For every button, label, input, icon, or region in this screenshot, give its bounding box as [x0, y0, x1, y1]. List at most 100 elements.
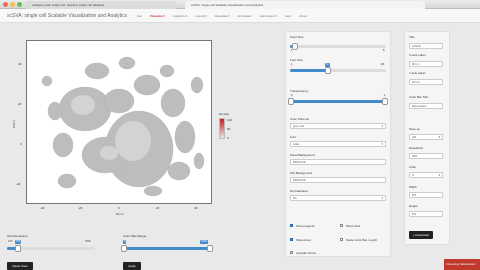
nav-item[interactable]: Help — [281, 9, 295, 23]
x-label-label: X-axis Label — [409, 53, 426, 57]
cell-cluster — [133, 74, 161, 96]
minimize-window-icon[interactable] — [10, 2, 15, 7]
cell-cluster — [52, 132, 74, 158]
x-label-input[interactable]: Dim 1 — [409, 61, 443, 67]
cell-cluster — [159, 64, 175, 78]
slider-handle-high[interactable] — [207, 245, 213, 252]
y-tick-label: 0 — [20, 142, 22, 146]
y-label-label: Y-axis Label — [409, 71, 426, 75]
upscale-points-checkbox[interactable] — [290, 251, 293, 254]
scale-color-bar-checkbox[interactable] — [340, 238, 343, 241]
color-scheme-value: grey-red — [293, 124, 305, 128]
width-input[interactable]: 8.5 — [409, 192, 443, 198]
slider-min-label: 1 — [290, 63, 294, 67]
x-tick-label: 20 — [156, 206, 160, 210]
normalization-value: No — [293, 196, 297, 200]
plot-settings-panel: Point Size 1 5 Font Size 1 25 11 Transpa… — [285, 31, 391, 257]
nav-item[interactable]: Metadata ▾ — [211, 9, 234, 23]
panel-background-input[interactable]: #FFFFFF — [290, 159, 386, 165]
nav-item[interactable]: Visualize ▾ — [146, 9, 169, 23]
font-size-slider[interactable] — [290, 67, 386, 74]
point-size-slider[interactable] — [290, 43, 386, 50]
show-grid-checkbox[interactable] — [340, 224, 343, 227]
resolution-input[interactable]: 300 — [409, 153, 443, 159]
units-select[interactable]: in ▾ — [409, 172, 443, 178]
slider-value-high: 1000 — [200, 240, 208, 244]
nav-item[interactable]: About — [295, 9, 311, 23]
chevron-down-icon: ▾ — [438, 173, 440, 177]
title-label: Title — [409, 35, 415, 39]
show-legend-checkbox[interactable] — [290, 224, 293, 227]
show-grid-label: Show Grid — [346, 224, 361, 228]
density-scatter[interactable] — [27, 41, 213, 205]
upscale-points-label: Upscale Points — [296, 251, 317, 255]
resolution-label: Resolution — [409, 146, 424, 150]
slider-handle-low[interactable] — [288, 98, 294, 105]
save-as-select[interactable]: pdf ▾ — [409, 134, 443, 140]
chevron-down-icon: ▾ — [381, 142, 383, 146]
cell-cluster — [193, 152, 205, 170]
cell-cluster — [41, 75, 53, 87]
browser-tab-active[interactable]: scSVA: single cell Scalable Visualizatio… — [185, 1, 425, 9]
slider-handle[interactable] — [325, 67, 331, 74]
slider-max-label: 3000 — [84, 240, 92, 244]
nav-item[interactable]: Analytics ▾ — [169, 9, 191, 23]
legend-tick: 50 — [227, 127, 231, 131]
plot-background-input[interactable]: #FFFFFF — [290, 177, 386, 183]
cell-cluster — [160, 88, 186, 118]
slider-value-low: 0 — [123, 240, 127, 244]
density-plot[interactable] — [26, 40, 212, 204]
legend-tick: 0 — [227, 136, 229, 140]
plot-background-label: Plot Background — [290, 171, 313, 175]
chevron-down-icon: ▾ — [381, 196, 383, 200]
color-scheme-select[interactable]: grey-red ▾ — [290, 123, 386, 129]
browser-tab[interactable]: cellxgene web single cell - Explore sing… — [26, 1, 176, 9]
chevron-down-icon: ▾ — [381, 124, 383, 128]
slider-fill — [290, 69, 328, 72]
maximize-window-icon[interactable] — [17, 2, 22, 7]
font-select[interactable]: Arial ▾ — [290, 141, 386, 147]
y-label-input[interactable]: Dim 2 — [409, 79, 443, 85]
download-label: Download — [415, 233, 429, 237]
cell-cluster — [84, 62, 110, 80]
legend-title-input[interactable]: Expression — [409, 103, 443, 109]
color-range-slider[interactable] — [121, 245, 213, 252]
legend-tick: 100 — [227, 118, 233, 122]
nav-item[interactable]: Get — [133, 9, 146, 23]
cell-cluster — [174, 120, 196, 154]
close-window-icon[interactable] — [3, 2, 8, 7]
grid-resolution-label: Grid Resolution — [7, 234, 28, 238]
transparency-slider[interactable] — [288, 98, 388, 105]
app-navbar: scSVA: single cell Scalable Visualizatio… — [0, 9, 480, 23]
point-size-label: Point Size — [290, 35, 304, 39]
nav-item[interactable]: Layout ▾ — [191, 9, 210, 23]
slider-min-label: 0 — [290, 94, 294, 98]
slider-handle-high[interactable] — [382, 98, 388, 105]
density-legend: Density 100 50 0 — [219, 112, 233, 140]
grid-resolution-slider[interactable] — [7, 245, 95, 252]
x-tick-label: 0 — [118, 206, 120, 210]
app-brand[interactable]: scSVA: single cell Scalable Visualizatio… — [7, 13, 127, 19]
y-axis-label: Dim 2 — [11, 120, 16, 128]
normalization-select[interactable]: No ▾ — [290, 195, 386, 201]
apply-button[interactable]: Apply — [123, 262, 141, 270]
slider-max-label: 25 — [380, 63, 385, 67]
show-axes-checkbox[interactable] — [290, 238, 293, 241]
cell-cluster — [71, 95, 95, 115]
slider-handle[interactable] — [15, 245, 21, 252]
slider-max-label: 1 — [383, 94, 387, 98]
normalization-label: Normalization — [290, 189, 309, 193]
title-input[interactable]: scSVA — [409, 43, 443, 49]
color-scheme-label: Color Scheme — [290, 117, 310, 121]
cell-cluster — [118, 56, 136, 70]
slider-handle-low[interactable] — [121, 245, 127, 252]
show-legend-label: Show Legend — [296, 224, 315, 228]
reset-view-button[interactable]: Reset View — [7, 262, 33, 270]
nav-item[interactable]: Expression ▾ — [256, 9, 281, 23]
download-button[interactable]: ⤓ Download — [409, 231, 433, 239]
height-input[interactable]: 8.5 — [409, 211, 443, 217]
nav-item[interactable]: Annotation — [234, 9, 256, 23]
status-badge: Connecting Data Explorer — [444, 259, 480, 270]
cell-cluster — [167, 161, 191, 181]
color-range-label: Color Max Range — [123, 234, 147, 238]
